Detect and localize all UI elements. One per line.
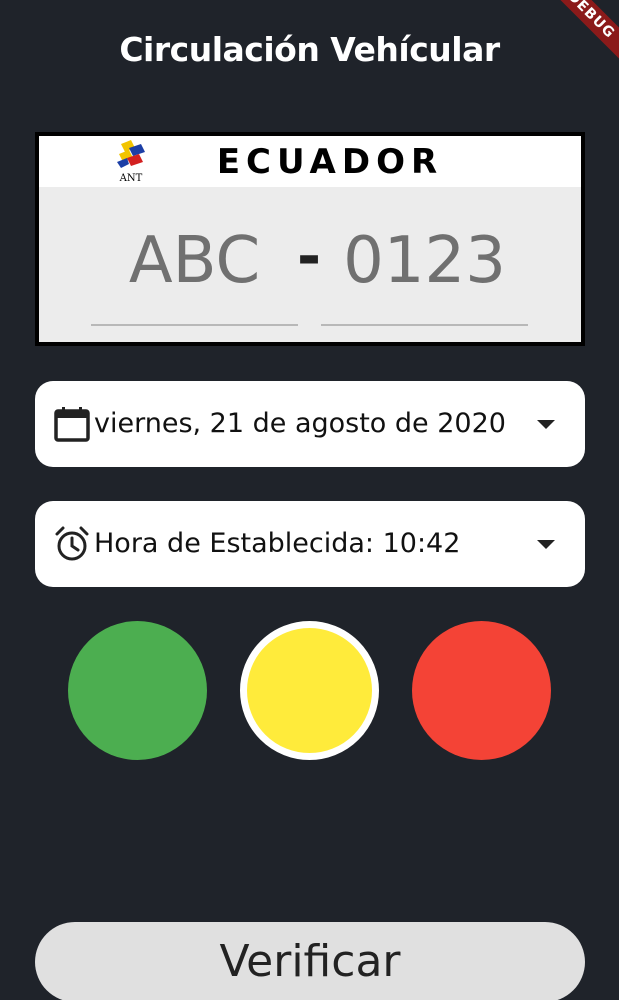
license-plate: ANT ECUADOR ABC - 0123 — [35, 132, 585, 346]
red-light[interactable] — [412, 621, 551, 760]
alarm-clock-icon — [55, 526, 89, 561]
time-value: Hora de Establecida: 10:42 — [94, 528, 461, 559]
plate-letters-input[interactable]: ABC — [91, 224, 298, 326]
plate-numbers-placeholder: 0123 — [343, 224, 506, 298]
date-selector[interactable]: viernes, 21 de agosto de 2020 — [35, 381, 585, 467]
date-value: viernes, 21 de agosto de 2020 — [94, 408, 506, 439]
page-title: Circulación Vehícular — [119, 30, 500, 69]
green-light[interactable] — [68, 621, 207, 760]
plate-separator: - — [297, 222, 322, 290]
calendar-icon — [54, 407, 90, 442]
plate-letters-placeholder: ABC — [128, 224, 261, 298]
chevron-down-icon — [537, 540, 555, 549]
app-screen: DEBUG Circulación Vehícular ANT ECUADOR … — [0, 0, 619, 1000]
plate-numbers-input[interactable]: 0123 — [321, 224, 528, 326]
verify-button[interactable]: Verificar — [35, 922, 585, 1000]
verify-button-label: Verificar — [219, 936, 401, 987]
plate-country: ECUADOR — [216, 142, 444, 182]
chevron-down-icon — [537, 420, 555, 429]
yellow-light[interactable] — [240, 621, 379, 760]
plate-header: ANT ECUADOR — [39, 136, 581, 187]
time-selector[interactable]: Hora de Establecida: 10:42 — [35, 501, 585, 587]
